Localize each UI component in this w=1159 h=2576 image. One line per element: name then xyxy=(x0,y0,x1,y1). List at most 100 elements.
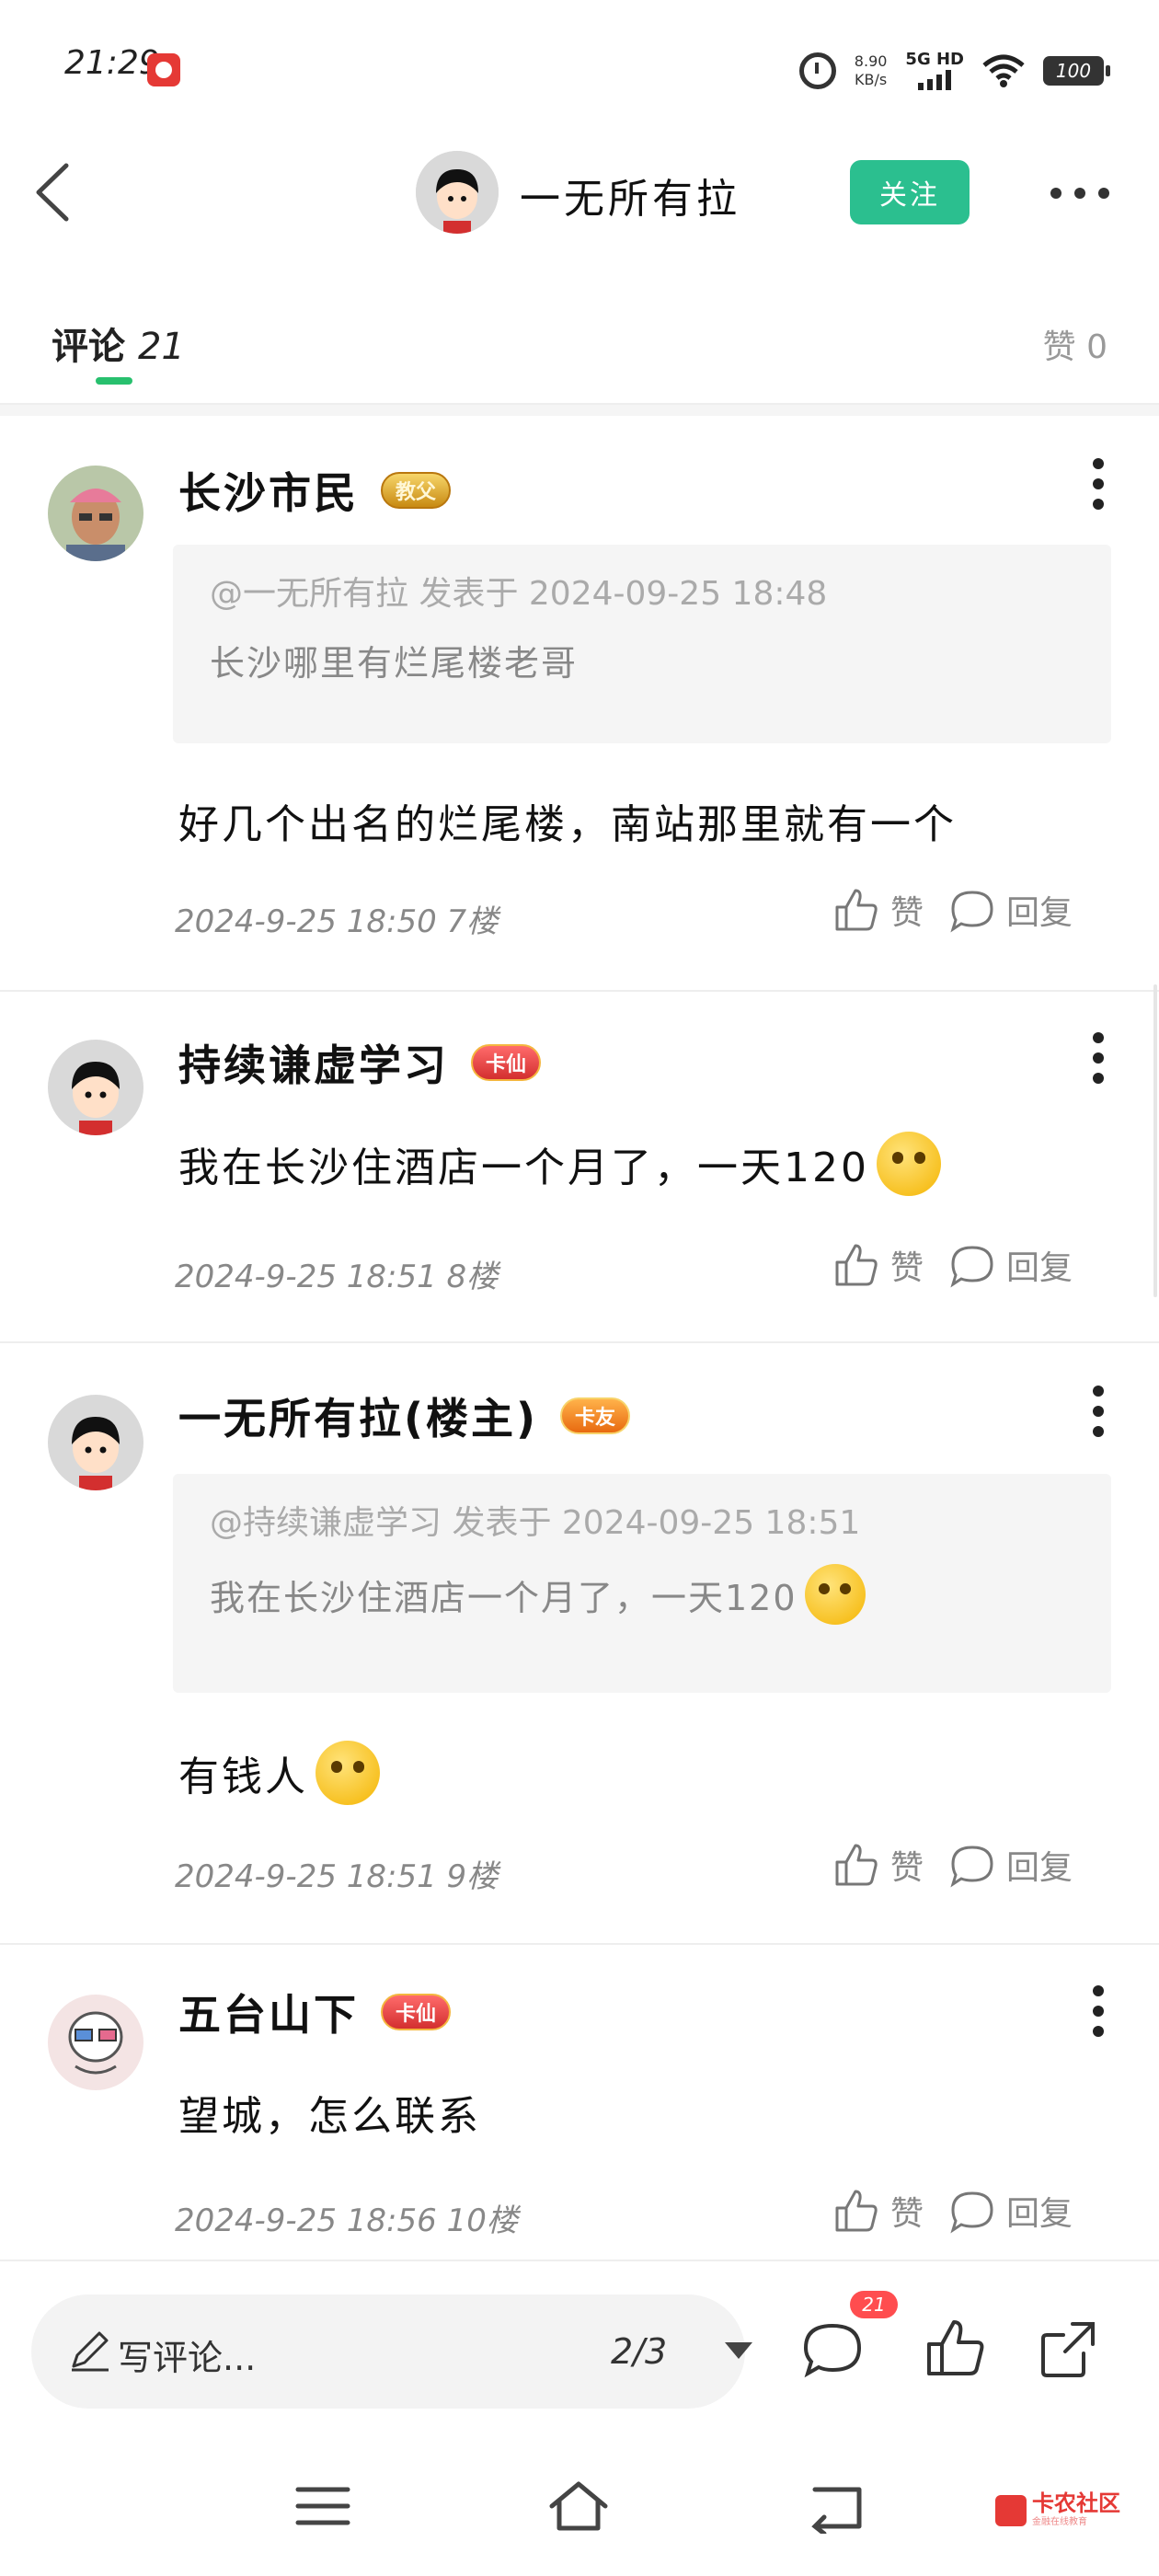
comment-item: 五台山下 卡仙 望城，怎么联系 2024-9-25 18:56 10楼 赞 回复 xyxy=(0,1945,1159,2260)
reply-button[interactable]: 回复 xyxy=(947,1240,1073,1290)
like-label: 赞 xyxy=(890,2195,924,2233)
wifi-icon xyxy=(982,54,1025,87)
network-type-label: 5G HD xyxy=(905,50,964,69)
comment-text: 有钱人 xyxy=(178,1754,308,1800)
commenter-avatar[interactable] xyxy=(48,466,143,561)
comment-body: 望城，怎么联系 xyxy=(178,2083,481,2142)
commenter-avatar[interactable] xyxy=(48,1995,143,2090)
like-button[interactable]: 赞 xyxy=(832,2186,924,2236)
write-comment-placeholder: 写评论... xyxy=(118,2338,257,2378)
reply-button[interactable]: 回复 xyxy=(947,885,1073,935)
quote-text-content: 长沙哪里有烂尾楼老哥 xyxy=(210,643,579,684)
commenter-name[interactable]: 长沙市民 xyxy=(178,460,359,521)
back-arrow-icon[interactable] xyxy=(31,162,86,223)
thumbs-up-icon[interactable] xyxy=(924,2317,988,2381)
comment-more-icon[interactable] xyxy=(1093,1032,1104,1084)
comment-actions: 赞 回复 xyxy=(832,2186,1073,2236)
comment-more-icon[interactable] xyxy=(1093,1985,1104,2037)
like-label: 赞 xyxy=(890,1249,924,1287)
comment-more-icon[interactable] xyxy=(1093,1386,1104,1437)
page-dropdown-icon[interactable] xyxy=(725,2342,752,2359)
reply-bubble-icon xyxy=(950,891,993,933)
comment-text: 好几个出名的烂尾楼，南站那里就有一个 xyxy=(178,801,957,848)
share-icon[interactable] xyxy=(1036,2317,1100,2381)
tab-comments-count: 21 xyxy=(137,326,185,368)
watermark-text-group: 卡农社区 金融在线教育 xyxy=(1032,2492,1120,2527)
like-label: 赞 xyxy=(890,894,924,932)
reply-button[interactable]: 回复 xyxy=(947,2186,1073,2236)
quote-text-content: 我在长沙住酒店一个月了，一天120 xyxy=(210,1577,798,1618)
laughing-crying-emoji-icon xyxy=(804,1564,866,1625)
user-rank-badge: 卡友 xyxy=(560,1397,631,1434)
comment-header: 长沙市民 教父 xyxy=(178,460,452,521)
like-button[interactable]: 赞 xyxy=(832,885,924,935)
cartoon-avatar-icon xyxy=(416,151,499,234)
comment-header: 持续谦虚学习 卡仙 xyxy=(178,1032,542,1093)
comment-meta: 2024-9-25 18:51 9楼 xyxy=(175,1858,499,1895)
like-button[interactable]: 赞 xyxy=(832,1240,924,1290)
comment-body: 有钱人 xyxy=(178,1741,380,1805)
commenter-avatar[interactable] xyxy=(48,1395,143,1490)
quote-meta: @一无所有拉 发表于 2024-09-25 18:48 xyxy=(210,575,828,613)
home-icon[interactable] xyxy=(546,2478,611,2534)
signal-icon xyxy=(918,70,952,90)
reply-button[interactable]: 回复 xyxy=(947,1840,1073,1890)
skull-avatar-icon xyxy=(48,1995,143,2090)
shy-emoji-icon xyxy=(316,1741,380,1805)
more-options-icon[interactable] xyxy=(1050,184,1109,202)
comment-tabs: 评论 21 赞 0 xyxy=(0,304,1159,405)
network-speed: 8.90 KB/s xyxy=(855,52,888,89)
watermark-icon xyxy=(995,2494,1027,2526)
watermark-logo: 卡农社区 金融在线教育 xyxy=(995,2492,1120,2527)
quoted-comment[interactable]: @一无所有拉 发表于 2024-09-25 18:48 长沙哪里有烂尾楼老哥 xyxy=(173,545,1111,743)
status-bar: 21:29 8.90 KB/s 5G HD 100 xyxy=(0,0,1159,138)
commenter-name[interactable]: 五台山下 xyxy=(178,1982,359,2042)
reply-label: 回复 xyxy=(1006,894,1073,932)
tab-likes[interactable]: 赞 0 xyxy=(1043,320,1107,368)
comment-body: 我在长沙住酒店一个月了，一天120 xyxy=(178,1132,941,1196)
tab-comments[interactable]: 评论 21 xyxy=(52,316,185,370)
page-indicator[interactable]: 2/3 xyxy=(611,2331,667,2372)
post-header: 一无所有拉 关注 xyxy=(0,138,1159,248)
quoted-comment[interactable]: @持续谦虚学习 发表于 2024-09-25 18:51 我在长沙住酒店一个月了… xyxy=(173,1474,1111,1693)
comment-actions: 赞 回复 xyxy=(832,1240,1073,1290)
cartoon-avatar-icon xyxy=(48,1395,143,1490)
commenter-name[interactable]: 一无所有拉(楼主) xyxy=(178,1386,538,1446)
user-rank-badge: 教父 xyxy=(381,472,452,509)
reply-bubble-icon xyxy=(950,1846,993,1888)
reply-label: 回复 xyxy=(1006,2195,1073,2233)
scrollbar[interactable] xyxy=(1153,984,1157,1297)
comment-body: 好几个出名的烂尾楼，南站那里就有一个 xyxy=(178,791,957,850)
menu-icon[interactable] xyxy=(291,2478,355,2534)
alarm-icon xyxy=(798,52,836,89)
back-nav-icon[interactable] xyxy=(806,2478,870,2534)
comment-header: 一无所有拉(楼主) 卡友 xyxy=(178,1386,631,1446)
bottom-action-bar: 写评论... 2/3 21 xyxy=(0,2260,1159,2425)
comment-more-icon[interactable] xyxy=(1093,458,1104,510)
quote-text: 我在长沙住酒店一个月了，一天120 xyxy=(210,1564,1074,1625)
like-button[interactable]: 赞 xyxy=(832,1840,924,1890)
commenter-name[interactable]: 持续谦虚学习 xyxy=(178,1032,449,1093)
reply-bubble-icon xyxy=(950,1246,993,1288)
laughing-crying-emoji-icon xyxy=(876,1132,941,1196)
commenter-avatar[interactable] xyxy=(48,1040,143,1135)
thumbs-up-icon xyxy=(835,889,878,931)
watermark-subtext: 金融在线教育 xyxy=(1032,2517,1087,2527)
author-name[interactable]: 一无所有拉 xyxy=(520,166,740,224)
follow-button[interactable]: 关注 xyxy=(850,160,970,224)
comment-count-badge: 21 xyxy=(850,2291,898,2318)
app-notification-icon xyxy=(147,53,180,86)
cartoon-avatar-icon xyxy=(48,1040,143,1135)
author-avatar[interactable] xyxy=(416,151,499,234)
comment-text: 望城，怎么联系 xyxy=(178,2093,481,2140)
network-type: 5G HD xyxy=(905,52,964,90)
write-comment-input[interactable]: 写评论... 2/3 xyxy=(31,2294,752,2409)
comments-icon[interactable] xyxy=(800,2317,865,2381)
network-speed-unit: KB/s xyxy=(855,71,888,88)
system-navigation-bar: 卡农社区 金融在线教育 xyxy=(0,2429,1159,2576)
status-time: 21:29 xyxy=(64,44,160,82)
reply-label: 回复 xyxy=(1006,1249,1073,1287)
thumbs-up-icon xyxy=(835,2190,878,2232)
comment-text: 我在长沙住酒店一个月了，一天120 xyxy=(178,1144,869,1191)
comment-actions: 赞 回复 xyxy=(832,885,1073,935)
